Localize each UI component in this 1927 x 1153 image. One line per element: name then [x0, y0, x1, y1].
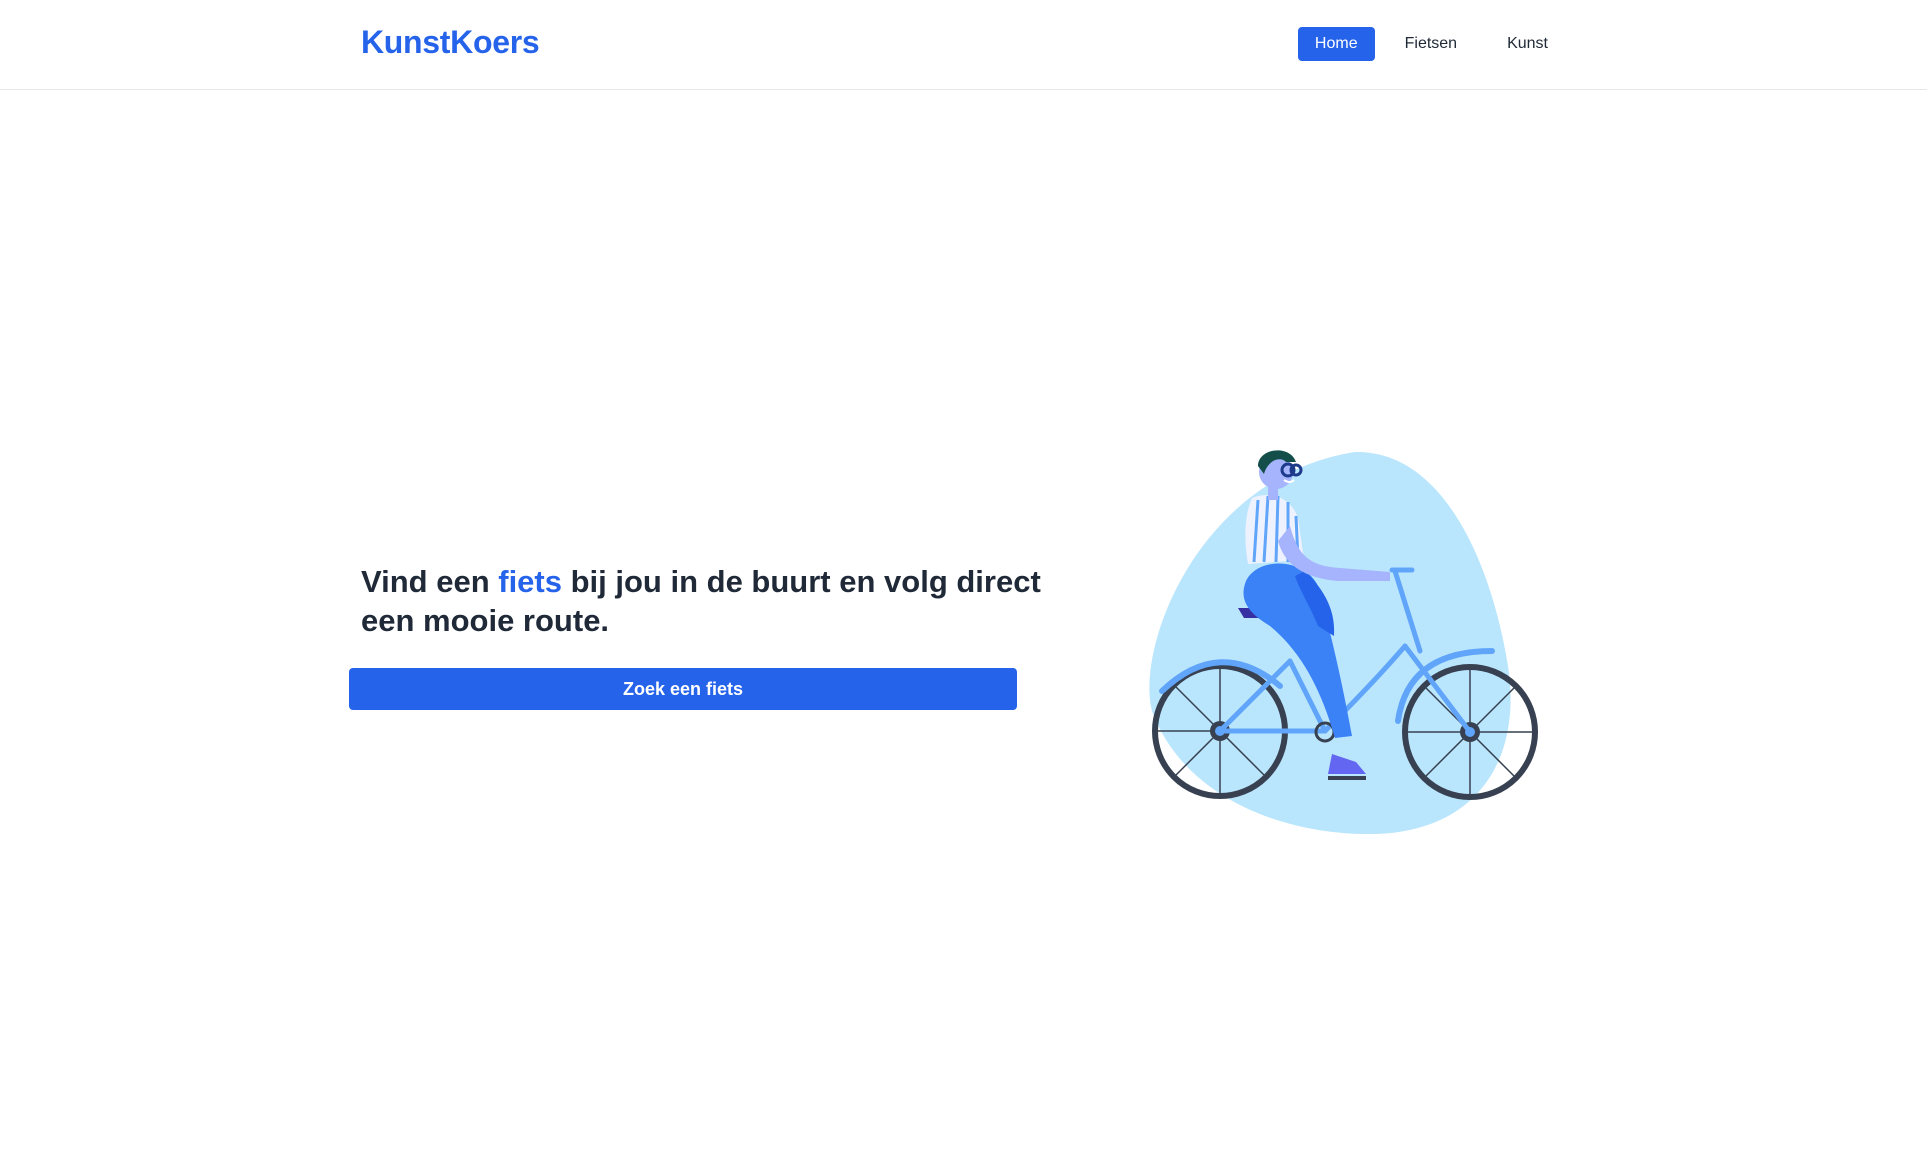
woman-riding-bicycle-illustration: [1149, 450, 1538, 835]
hero-headline: Vind een fiets bij jou in de buurt en vo…: [361, 562, 1041, 640]
headline-accent: fiets: [498, 564, 562, 599]
search-bike-button[interactable]: Zoek een fiets: [349, 668, 1017, 710]
brand-logo[interactable]: KunstKoers: [361, 24, 540, 61]
nav-kunst[interactable]: Kunst: [1487, 27, 1568, 61]
top-navbar: KunstKoers Home Fietsen Kunst: [0, 0, 1927, 90]
headline-part-1: Vind een: [361, 564, 499, 599]
nav-home[interactable]: Home: [1297, 27, 1375, 61]
nav-fietsen[interactable]: Fietsen: [1385, 27, 1477, 61]
main-nav: Home Fietsen Kunst: [1297, 27, 1568, 61]
